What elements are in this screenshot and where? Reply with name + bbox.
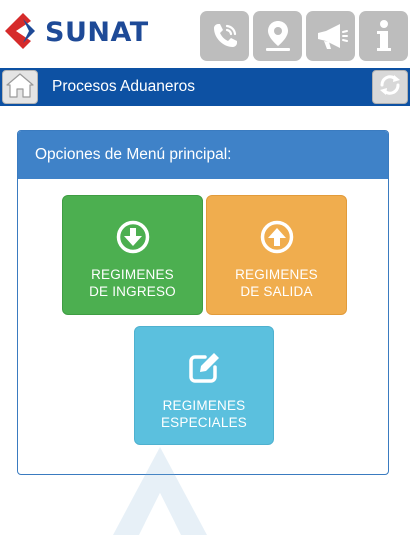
sunat-logo: SUNAT [2,10,149,52]
page-title: Procesos Aduaneros [52,78,196,95]
top-icon-bar [200,11,408,61]
regimenes-salida-button[interactable]: REGIMENES DE SALIDA [206,195,347,315]
home-icon [6,72,34,103]
home-button[interactable] [2,70,38,104]
location-button[interactable] [253,11,302,61]
watermark-logo-icon [105,445,215,542]
main-menu-panel: Opciones de Menú principal: REGIMENES DE… [17,130,389,475]
regimenes-ingreso-button[interactable]: REGIMENES DE INGRESO [62,195,203,315]
panel-header: Opciones de Menú principal: [18,131,388,179]
info-icon [374,19,394,53]
phone-icon [209,20,241,52]
refresh-button[interactable] [372,70,408,104]
edit-square-icon [187,351,221,390]
tile-label: REGIMENES DE INGRESO [89,267,176,299]
arrow-down-circle-icon [116,220,150,259]
phone-button[interactable] [200,11,249,61]
tile-label: REGIMENES ESPECIALES [160,398,248,430]
announcements-button[interactable] [306,11,355,61]
sunat-logo-icon [2,10,44,52]
tile-label: REGIMENES DE SALIDA [235,267,318,299]
arrow-up-circle-icon [260,220,294,259]
title-bar: Procesos Aduaneros [0,68,410,106]
location-pin-icon [262,19,294,53]
top-bar: SUNAT [0,0,410,68]
brand-name: SUNAT [45,16,149,48]
regimenes-especiales-button[interactable]: REGIMENES ESPECIALES [134,326,274,445]
refresh-icon [377,72,403,103]
info-button[interactable] [359,11,408,61]
megaphone-icon [314,20,348,52]
